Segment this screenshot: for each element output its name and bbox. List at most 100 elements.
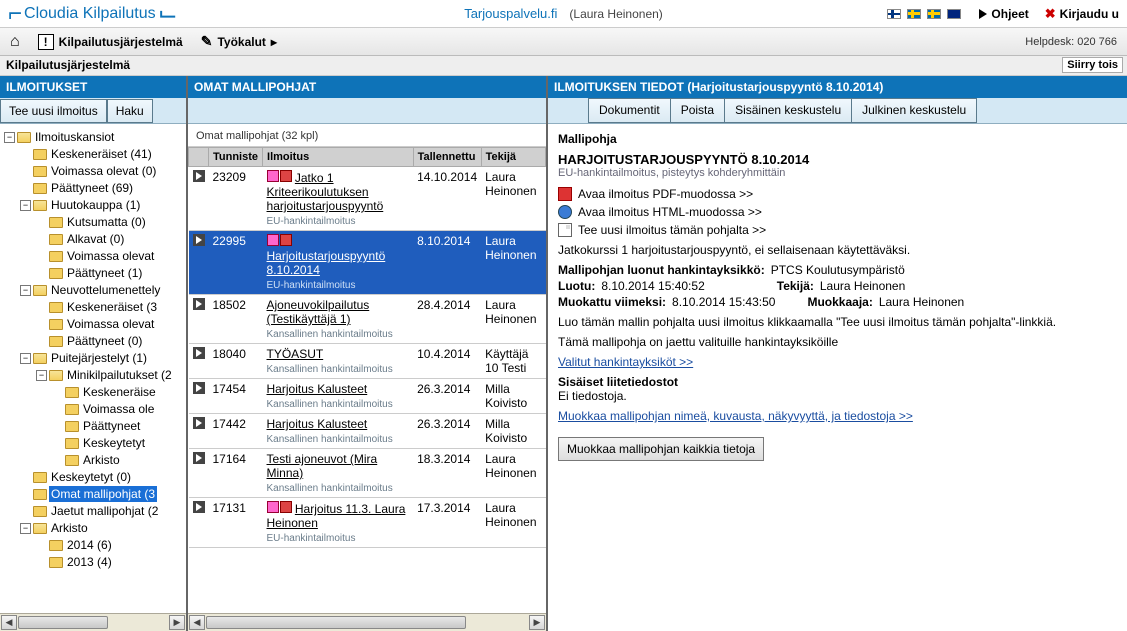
collapse-icon[interactable]: −: [20, 353, 31, 364]
tree-item[interactable]: Arkisto: [81, 452, 122, 468]
table-row[interactable]: 23209 Jatko 1 Kriteerikoulutuksen harjoi…: [189, 167, 546, 231]
tree-item[interactable]: Huutokauppa (1): [49, 197, 142, 213]
tree-item[interactable]: Keskeytetyt (0): [49, 469, 133, 485]
folder-tree[interactable]: −IlmoituskansiotKeskeneräiset (41)Voimas…: [0, 124, 186, 613]
template-table: Tunniste Ilmoitus Tallennettu Tekijä 232…: [188, 147, 546, 548]
new-notice-button[interactable]: Tee uusi ilmoitus: [0, 99, 107, 123]
tree-item[interactable]: Keskeneräiset (3: [65, 299, 159, 315]
row-title-link[interactable]: Harjoitus Kalusteet: [267, 417, 368, 431]
tree-item[interactable]: Päättyneet (1): [65, 265, 144, 281]
row-title-link[interactable]: Ajoneuvokilpailutus (Testikäyttäjä 1): [267, 298, 370, 326]
new-from-template-link[interactable]: Tee uusi ilmoitus tämän pohjalta >>: [558, 223, 1117, 237]
open-pdf-link[interactable]: Avaa ilmoitus PDF-muodossa >>: [558, 187, 1117, 201]
edit-all-button[interactable]: Muokkaa mallipohjan kaikkia tietoja: [558, 437, 764, 461]
tree-item[interactable]: Keskeneräiset (41): [49, 146, 154, 162]
collapse-icon[interactable]: −: [20, 285, 31, 296]
scroll-thumb[interactable]: [206, 616, 466, 629]
edit-meta-link[interactable]: Muokkaa mallipohjan nimeä, kuvausta, näk…: [558, 409, 913, 423]
creator-value: Laura Heinonen: [820, 279, 905, 293]
tree-item[interactable]: Voimassa ole: [81, 401, 156, 417]
col-ilmoitus[interactable]: Ilmoitus: [263, 148, 414, 167]
expand-icon[interactable]: [193, 417, 205, 429]
cell-date: 17.3.2014: [413, 498, 481, 548]
help-link[interactable]: Ohjeet: [979, 7, 1028, 21]
tree-item[interactable]: Keskeytetyt: [81, 435, 147, 451]
pane-tiedot: ILMOITUKSEN TIEDOT (Harjoitustarjouspyyn…: [548, 76, 1127, 631]
table-row[interactable]: 18040TYÖASUTKansallinen hankintailmoitus…: [189, 344, 546, 379]
tree-item[interactable]: Kutsumatta (0): [65, 214, 148, 230]
collapse-icon[interactable]: −: [36, 370, 47, 381]
toolbar: ⌂ ! Kilpailutusjärjestelmä ✎ Työkalut ▸ …: [0, 28, 1127, 56]
logout-link[interactable]: ✖ Kirjaudu u: [1045, 6, 1119, 22]
table-row[interactable]: 17442Harjoitus KalusteetKansallinen hank…: [189, 414, 546, 449]
scroll-thumb[interactable]: [18, 616, 108, 629]
tab-sisainen[interactable]: Sisäinen keskustelu: [724, 98, 852, 123]
siirry-button[interactable]: Siirry tois: [1062, 57, 1123, 73]
tree-item[interactable]: Päättyneet: [81, 418, 142, 434]
tree-item[interactable]: Alkavat (0): [65, 231, 126, 247]
expand-icon[interactable]: [193, 170, 205, 182]
tree-item[interactable]: Keskeneräise: [81, 384, 158, 400]
flag-sv-icon[interactable]: [907, 9, 921, 19]
flag-fi-icon[interactable]: [887, 9, 901, 19]
expand-icon[interactable]: [193, 501, 205, 513]
flag-en-icon[interactable]: [947, 9, 961, 19]
cell-id: 22995: [209, 231, 263, 295]
tree-item[interactable]: Minikilpailutukset (2: [65, 367, 174, 383]
row-title-link[interactable]: TYÖASUT: [267, 347, 324, 361]
tree-item[interactable]: Voimassa olevat: [65, 316, 156, 332]
flag-se-icon[interactable]: [927, 9, 941, 19]
tree-item[interactable]: Omat mallipohjat (3: [49, 486, 157, 502]
col-tekija[interactable]: Tekijä: [481, 148, 545, 167]
tree-item[interactable]: Puitejärjestelyt (1): [49, 350, 149, 366]
expand-icon[interactable]: [193, 298, 205, 310]
h-scrollbar[interactable]: ◀ ▶: [0, 613, 186, 631]
expand-icon[interactable]: [193, 452, 205, 464]
scroll-left-icon[interactable]: ◀: [189, 615, 205, 630]
scroll-right-icon[interactable]: ▶: [529, 615, 545, 630]
template-table-wrap[interactable]: Tunniste Ilmoitus Tallennettu Tekijä 232…: [188, 147, 546, 613]
row-subtype: EU-hankintailmoitus: [267, 533, 356, 544]
search-button[interactable]: Haku: [107, 99, 153, 123]
tree-item[interactable]: 2013 (4): [65, 554, 114, 570]
table-row[interactable]: 17131 Harjoitus 11.3. Laura HeinonenEU-h…: [189, 498, 546, 548]
collapse-icon[interactable]: −: [20, 523, 31, 534]
tree-item[interactable]: Voimassa olevat: [65, 248, 156, 264]
col-tunniste[interactable]: Tunniste: [209, 148, 263, 167]
selected-units-link[interactable]: Valitut hankintayksiköt >>: [558, 355, 693, 369]
row-title-link[interactable]: Testi ajoneuvot (Mira Minna): [267, 452, 378, 480]
table-row[interactable]: 17164Testi ajoneuvot (Mira Minna)Kansall…: [189, 449, 546, 498]
table-row[interactable]: 18502Ajoneuvokilpailutus (Testikäyttäjä …: [189, 295, 546, 344]
tab-poista[interactable]: Poista: [670, 98, 725, 123]
collapse-icon[interactable]: −: [20, 200, 31, 211]
tab-dokumentit[interactable]: Dokumentit: [588, 98, 671, 123]
tree-item[interactable]: Arkisto: [49, 520, 90, 536]
tree-item[interactable]: Jaetut mallipohjat (2: [49, 503, 160, 519]
collapse-icon[interactable]: −: [4, 132, 15, 143]
tree-item[interactable]: Päättyneet (69): [49, 180, 135, 196]
table-row[interactable]: 22995 Harjoitustarjouspyyntö 8.10.2014EU…: [189, 231, 546, 295]
table-row[interactable]: 17454Harjoitus KalusteetKansallinen hank…: [189, 379, 546, 414]
tree-root-label[interactable]: Ilmoituskansiot: [33, 129, 116, 145]
tree-item[interactable]: Päättyneet (0): [65, 333, 144, 349]
tree-item[interactable]: Voimassa olevat (0): [49, 163, 158, 179]
new-doc-icon: [558, 223, 572, 237]
chevron-right-icon: ▸: [271, 35, 277, 49]
scroll-left-icon[interactable]: ◀: [1, 615, 17, 630]
row-title-link[interactable]: Harjoitus Kalusteet: [267, 382, 368, 396]
home-button[interactable]: ⌂: [10, 33, 20, 51]
open-html-link[interactable]: Avaa ilmoitus HTML-muodossa >>: [558, 205, 1117, 219]
h-scrollbar[interactable]: ◀ ▶: [188, 613, 546, 631]
expand-icon[interactable]: [193, 382, 205, 394]
expand-icon[interactable]: [193, 347, 205, 359]
expand-icon[interactable]: [193, 234, 205, 246]
col-tallennettu[interactable]: Tallennettu: [413, 148, 481, 167]
tree-item[interactable]: Neuvottelumenettely: [49, 282, 162, 298]
tab-julkinen[interactable]: Julkinen keskustelu: [851, 98, 977, 123]
scroll-right-icon[interactable]: ▶: [169, 615, 185, 630]
service-link[interactable]: Tarjouspalvelu.fi: [464, 6, 557, 21]
tree-item[interactable]: 2014 (6): [65, 537, 114, 553]
system-menu[interactable]: ! Kilpailutusjärjestelmä: [38, 34, 183, 50]
row-title-link[interactable]: Harjoitustarjouspyyntö 8.10.2014: [267, 249, 386, 277]
tools-menu[interactable]: ✎ Työkalut ▸: [201, 33, 277, 50]
